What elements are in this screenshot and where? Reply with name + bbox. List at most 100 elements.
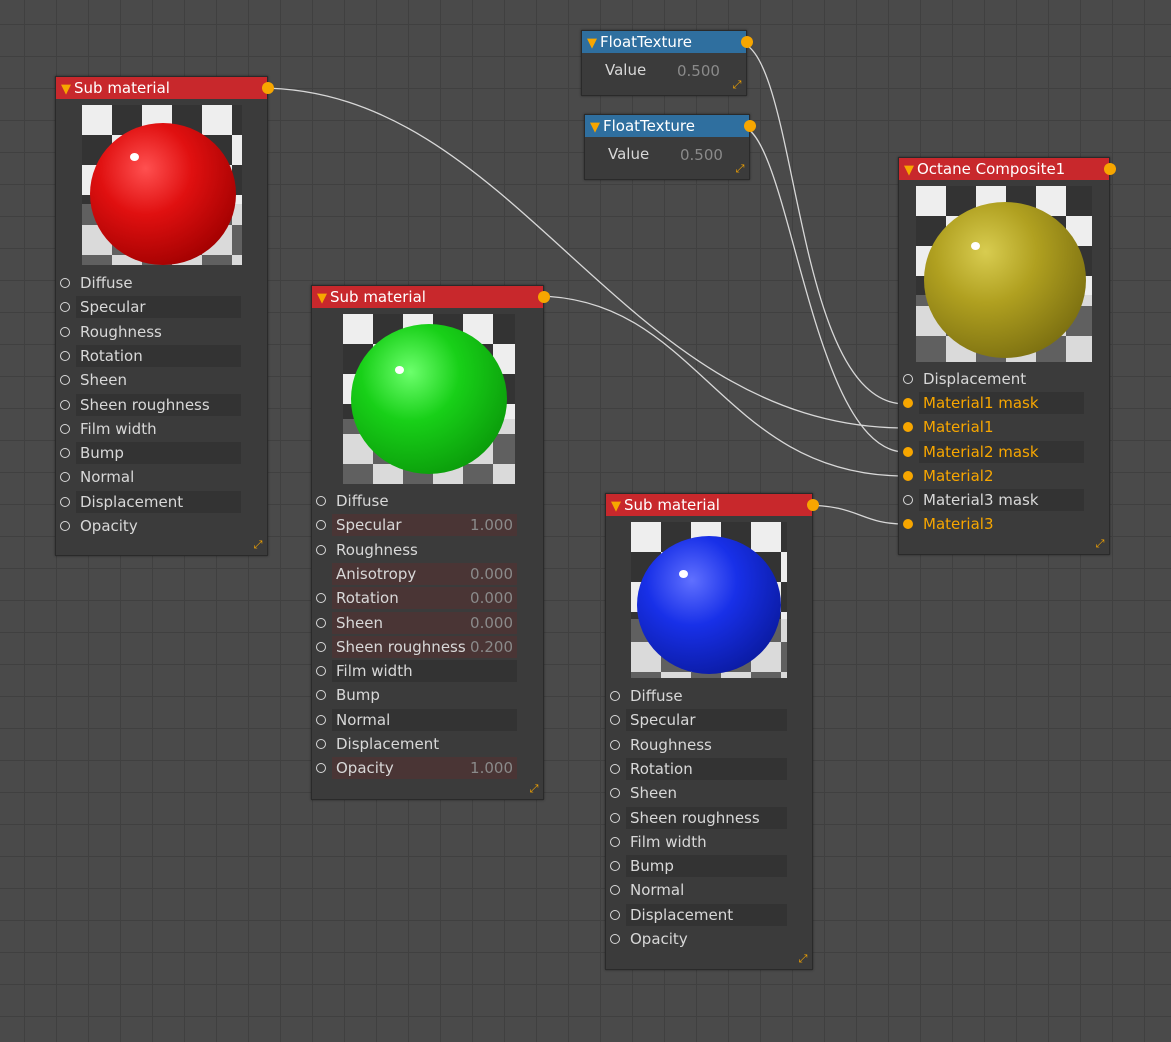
input-port[interactable] — [610, 934, 620, 944]
input-port[interactable] — [610, 836, 620, 847]
input-port[interactable] — [610, 885, 620, 896]
input-port[interactable] — [610, 812, 620, 823]
input-value[interactable]: 1.000 — [470, 757, 513, 779]
input-value[interactable]: 0.000 — [470, 563, 513, 585]
input-port[interactable] — [60, 423, 70, 434]
resize-handle-icon[interactable]: ⤢ — [252, 539, 264, 551]
input-row-film-width[interactable]: Film width — [312, 660, 517, 683]
node-header[interactable]: ▼ Sub material — [56, 77, 274, 101]
input-row-opacity[interactable]: Opacity 1.000 — [312, 757, 517, 780]
input-port[interactable] — [903, 519, 913, 530]
input-row-specular[interactable]: Specular — [606, 709, 787, 732]
input-row-opacity[interactable]: Opacity — [606, 928, 787, 950]
input-row-sheen-roughness[interactable]: Sheen roughness 0.200 — [312, 635, 517, 658]
input-port[interactable] — [610, 763, 620, 774]
input-port[interactable] — [60, 326, 70, 337]
param-value[interactable]: 0.500 — [677, 62, 720, 80]
input-port[interactable] — [316, 641, 326, 652]
input-row-material1-mask[interactable]: Material1 mask — [899, 392, 1084, 415]
output-port[interactable] — [744, 120, 756, 132]
collapse-triangle-icon[interactable]: ▼ — [587, 117, 603, 139]
sub-material-node-green[interactable]: ▼ Sub material Diffuse Specular 1.000 Roughn… — [311, 285, 550, 800]
collapse-triangle-icon[interactable]: ▼ — [314, 288, 330, 310]
input-row-diffuse[interactable]: Diffuse — [312, 490, 517, 512]
input-port[interactable] — [610, 715, 620, 726]
resize-handle-icon[interactable]: ⤢ — [797, 953, 809, 965]
input-port[interactable] — [903, 495, 913, 505]
input-row-material2[interactable]: Material2 — [899, 465, 1084, 487]
output-port[interactable] — [538, 291, 550, 303]
input-row-specular[interactable]: Specular — [56, 296, 241, 319]
param-value[interactable]: 0.500 — [680, 146, 723, 164]
input-port[interactable] — [316, 714, 326, 725]
output-port[interactable] — [807, 499, 819, 511]
output-port[interactable] — [262, 82, 274, 94]
input-port[interactable] — [316, 544, 326, 555]
input-value[interactable]: 0.200 — [470, 636, 513, 658]
input-row-sheen[interactable]: Sheen — [56, 369, 241, 391]
input-port[interactable] — [60, 448, 70, 459]
input-port[interactable] — [903, 398, 913, 409]
input-row-specular[interactable]: Specular 1.000 — [312, 514, 517, 537]
input-value[interactable]: 0.000 — [470, 587, 513, 609]
input-port[interactable] — [316, 593, 326, 604]
input-row-opacity[interactable]: Opacity — [56, 515, 241, 537]
collapse-triangle-icon[interactable]: ▼ — [608, 496, 624, 518]
output-port[interactable] — [741, 36, 753, 48]
input-port[interactable] — [316, 690, 326, 701]
input-port[interactable] — [316, 496, 326, 506]
sub-material-node-blue[interactable]: ▼ Sub material Diffuse Specular Roughness Ro… — [605, 493, 819, 970]
input-row-bump[interactable]: Bump — [56, 442, 241, 465]
input-port[interactable] — [316, 739, 326, 749]
sub-material-node-red[interactable]: ▼ Sub material Diffuse Specular Roughness Ro… — [55, 76, 274, 556]
collapse-triangle-icon[interactable]: ▼ — [584, 33, 600, 55]
input-port[interactable] — [60, 350, 70, 361]
input-port[interactable] — [60, 278, 70, 288]
input-row-diffuse[interactable]: Diffuse — [56, 272, 241, 294]
input-row-normal[interactable]: Normal — [606, 879, 787, 901]
input-row-diffuse[interactable]: Diffuse — [606, 685, 787, 707]
input-row-sheen[interactable]: Sheen 0.000 — [312, 611, 517, 634]
input-port[interactable] — [60, 496, 70, 507]
input-value[interactable]: 1.000 — [470, 514, 513, 536]
input-port[interactable] — [316, 666, 326, 677]
input-port[interactable] — [610, 691, 620, 701]
node-header[interactable]: ▼ Sub material — [606, 494, 819, 518]
node-header[interactable]: ▼ Sub material — [312, 286, 550, 310]
input-port[interactable] — [903, 374, 913, 384]
input-row-normal[interactable]: Normal — [56, 466, 241, 488]
input-value[interactable]: 0.000 — [470, 612, 513, 634]
input-port[interactable] — [316, 763, 326, 774]
input-port[interactable] — [903, 470, 913, 481]
input-row-normal[interactable]: Normal — [312, 708, 517, 731]
resize-handle-icon[interactable]: ⤢ — [731, 79, 743, 91]
octane-composite-node[interactable]: ▼ Octane Composite1 Displacement Material1… — [898, 157, 1116, 555]
input-row-rotation[interactable]: Rotation 0.000 — [312, 587, 517, 610]
input-row-displacement[interactable]: Displacement — [606, 903, 787, 926]
input-row-displacement[interactable]: Displacement — [899, 368, 1084, 390]
float-texture-node-1[interactable]: ▼ FloatTexture Value 0.500 ⤢ — [581, 30, 753, 96]
node-header[interactable]: ▼ FloatTexture — [585, 115, 756, 139]
input-row-bump[interactable]: Bump — [312, 684, 517, 706]
input-port[interactable] — [60, 399, 70, 410]
output-port[interactable] — [1104, 163, 1116, 175]
input-row-bump[interactable]: Bump — [606, 855, 787, 878]
input-port[interactable] — [610, 739, 620, 750]
input-port[interactable] — [316, 617, 326, 628]
input-row-sheen-roughness[interactable]: Sheen roughness — [56, 393, 241, 416]
input-row-displacement[interactable]: Displacement — [56, 490, 241, 513]
resize-handle-icon[interactable]: ⤢ — [734, 163, 746, 175]
input-row-film-width[interactable]: Film width — [56, 418, 241, 440]
collapse-triangle-icon[interactable]: ▼ — [58, 79, 74, 101]
input-port[interactable] — [610, 788, 620, 799]
collapse-triangle-icon[interactable]: ▼ — [901, 160, 917, 182]
input-port[interactable] — [903, 422, 913, 433]
input-port[interactable] — [60, 375, 70, 386]
input-port[interactable] — [610, 861, 620, 872]
input-row-material3[interactable]: Material3 — [899, 513, 1084, 535]
resize-handle-icon[interactable]: ⤢ — [528, 783, 540, 795]
input-port[interactable] — [610, 909, 620, 920]
input-row-material3-mask[interactable]: Material3 mask — [899, 489, 1084, 511]
node-header[interactable]: ▼ FloatTexture — [582, 31, 753, 55]
input-row-rotation[interactable]: Rotation — [56, 344, 241, 367]
